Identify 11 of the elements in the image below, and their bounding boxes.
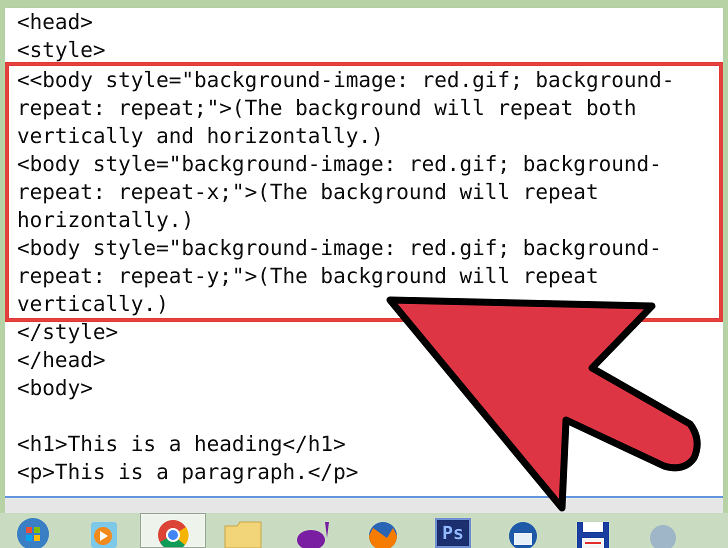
code-line: <head> bbox=[17, 9, 94, 36]
code-line: </style> bbox=[17, 319, 120, 346]
photoshop-icon[interactable]: Ps bbox=[435, 518, 471, 548]
code-line: <style> bbox=[17, 37, 107, 64]
code-line: <body> bbox=[17, 375, 94, 402]
code-line: </head> bbox=[17, 347, 107, 374]
code-line: <<body style="background-image: red.gif; background-repeat: repeat;">(The background will repeat both vertically and horizontally.) bbox=[17, 67, 676, 150]
code-line: <h1>This is a heading</h1> bbox=[17, 431, 347, 458]
code-line: <p>This is a paragraph.</p> bbox=[17, 459, 360, 486]
code-line: <body style="background-image: red.gif; background-repeat: repeat-x;">(The background will repeat horizontally.) bbox=[17, 151, 663, 234]
code-line: <body style="background-image: red.gif; background-repeat: repeat-y;">(The background will repeat vertically.) bbox=[17, 235, 663, 318]
